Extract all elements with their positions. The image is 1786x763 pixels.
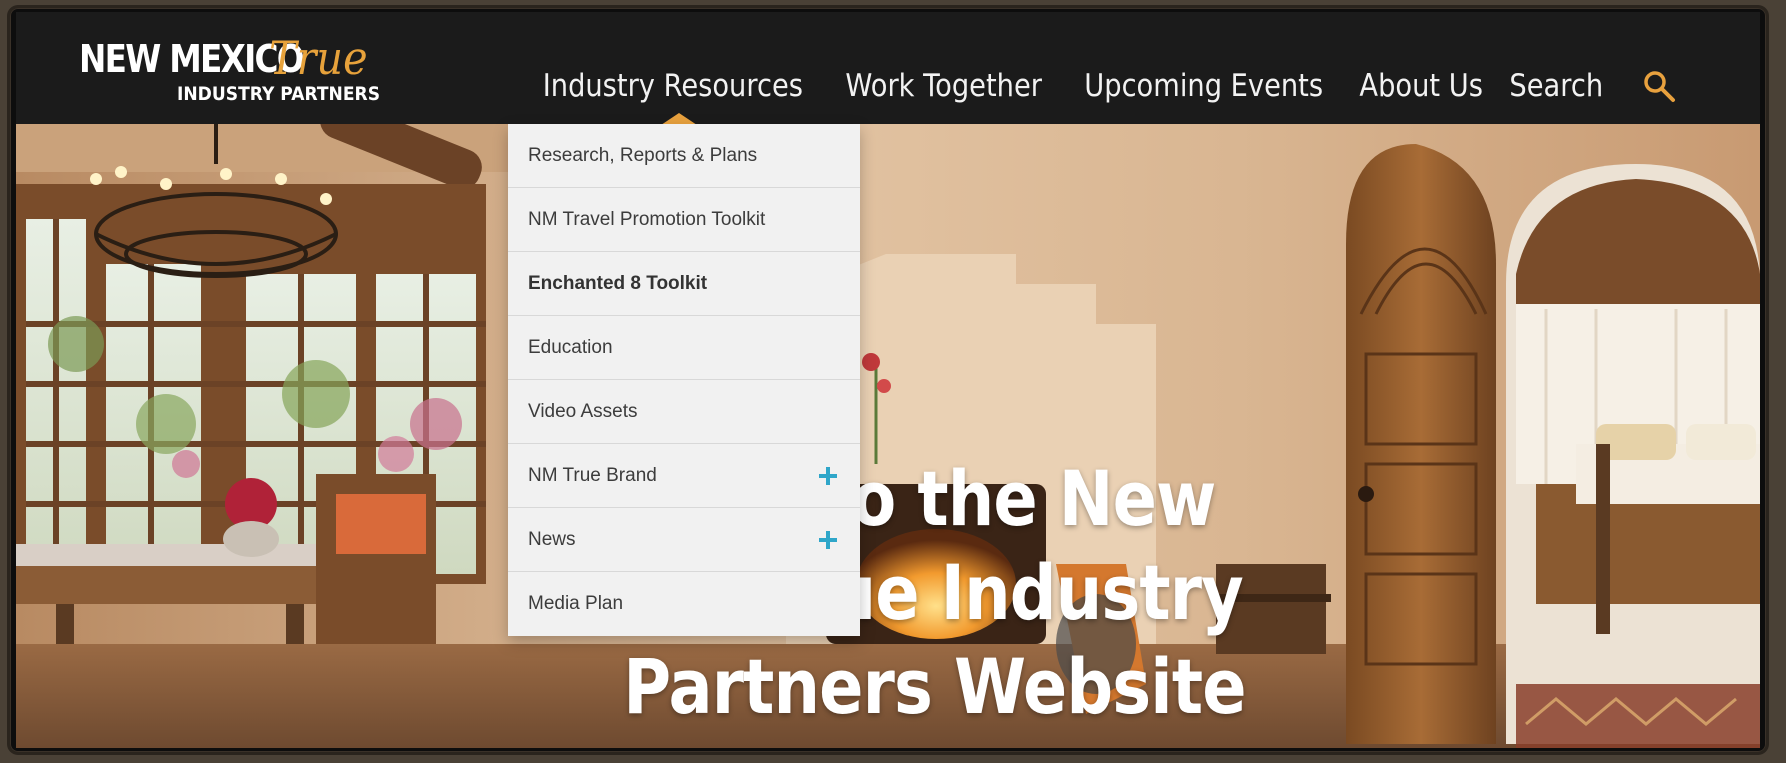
plus-icon[interactable]: [818, 466, 838, 486]
nav-search[interactable]: Search: [1510, 68, 1604, 104]
site-header: NEW MEXICO True INDUSTRY PARTNERS Indust…: [16, 12, 1760, 124]
dropdown-item-label: NM Travel Promotion Toolkit: [528, 208, 766, 230]
dropdown-item-label: Research, Reports & Plans: [528, 144, 758, 166]
nav-about-us[interactable]: About Us: [1360, 68, 1484, 104]
hero-section: to the New ue Industry Partners Website: [16, 124, 1760, 748]
nav-work-together[interactable]: Work Together: [846, 68, 1043, 104]
hero-title-line-2: ue Industry: [829, 548, 1244, 637]
dropdown-item-news[interactable]: News: [508, 508, 860, 572]
dropdown-item-label: Enchanted 8 Toolkit: [528, 272, 708, 294]
dropdown-item-enchanted-8[interactable]: Enchanted 8 Toolkit: [508, 252, 860, 316]
main-nav: Industry Resources Work Together Upcomin…: [539, 66, 1676, 106]
dropdown-item-label: News: [528, 528, 576, 550]
plus-icon[interactable]: [818, 530, 838, 550]
magnifier-icon[interactable]: [1642, 69, 1676, 103]
dropdown-item-label: NM True Brand: [528, 464, 657, 486]
site-logo[interactable]: NEW MEXICO True INDUSTRY PARTNERS: [79, 31, 380, 117]
logo-subtitle: INDUSTRY PARTNERS: [177, 83, 381, 105]
dropdown-item-research[interactable]: Research, Reports & Plans: [508, 124, 860, 188]
dropdown-item-media-plan[interactable]: Media Plan: [508, 572, 860, 636]
dropdown-item-label: Education: [528, 336, 613, 358]
dropdown-item-nm-true-brand[interactable]: NM True Brand: [508, 444, 860, 508]
dropdown-item-travel-toolkit[interactable]: NM Travel Promotion Toolkit: [508, 188, 860, 252]
logo-accent: True: [269, 31, 368, 85]
nav-upcoming-events[interactable]: Upcoming Events: [1084, 68, 1323, 104]
hero-title-line-1: to the New: [821, 454, 1216, 543]
dropdown-item-education[interactable]: Education: [508, 316, 860, 380]
page-viewport: to the New ue Industry Partners Website …: [16, 12, 1760, 748]
browser-frame: to the New ue Industry Partners Website …: [10, 8, 1766, 752]
dropdown-item-video-assets[interactable]: Video Assets: [508, 380, 860, 444]
hero-title-line-3: Partners Website: [623, 642, 1246, 731]
dropdown-item-label: Video Assets: [528, 400, 638, 422]
nav-industry-resources[interactable]: Industry Resources: [542, 68, 802, 104]
dropdown-item-label: Media Plan: [528, 593, 624, 614]
industry-resources-dropdown: Research, Reports & Plans NM Travel Prom…: [508, 124, 860, 636]
